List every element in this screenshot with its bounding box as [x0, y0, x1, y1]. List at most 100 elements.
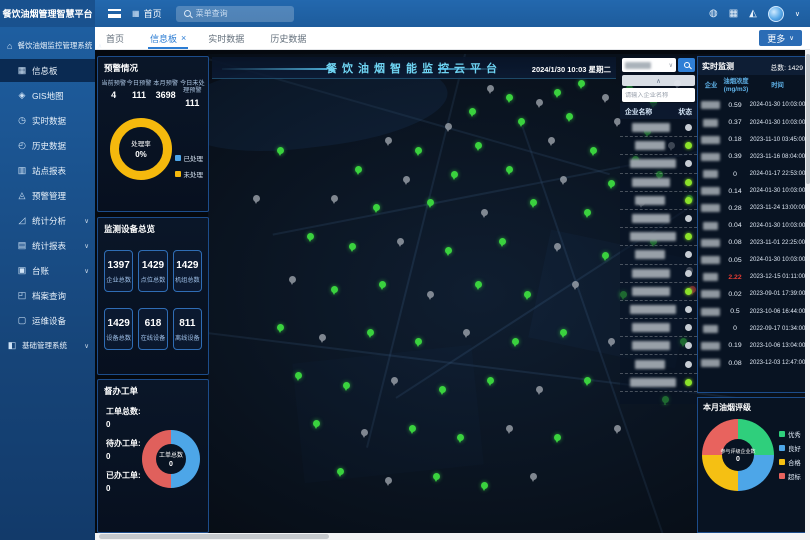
map-pin-icon[interactable] [445, 123, 452, 130]
horizontal-scrollbar[interactable] [95, 533, 810, 540]
map-pin-icon[interactable] [469, 108, 476, 115]
enterprise-row[interactable] [620, 301, 697, 319]
enterprise-row[interactable] [620, 174, 697, 192]
enterprise-row[interactable] [620, 192, 697, 210]
map-pin-icon[interactable] [313, 420, 320, 427]
map-pin-icon[interactable] [608, 338, 615, 345]
enterprise-row[interactable] [620, 228, 697, 246]
map-pin-icon[interactable] [439, 386, 446, 393]
realtime-row[interactable]: 0.05 2024-01-30 10:03:00 [698, 251, 807, 268]
realtime-row[interactable]: 0.18 2023-11-10 03:45:00 [698, 131, 807, 148]
tab[interactable]: 历史数据 [259, 27, 321, 49]
map-pin-icon[interactable] [614, 425, 621, 432]
sidebar-item[interactable]: ◿ 统计分析 ∨ [0, 209, 95, 232]
map-pin-icon[interactable] [373, 204, 380, 211]
tab-close-icon[interactable]: × [181, 34, 186, 43]
map-pin-icon[interactable] [487, 85, 494, 92]
realtime-row[interactable]: 0.04 2024-01-30 10:03:00 [698, 217, 807, 234]
map-pin-icon[interactable] [331, 195, 338, 202]
sidebar-item[interactable]: ◈ GIS地图 [0, 84, 95, 107]
enterprise-name-input[interactable] [625, 92, 692, 99]
map-pin-icon[interactable] [433, 473, 440, 480]
realtime-row[interactable]: 0.28 2023-11-24 13:00:00 [698, 200, 807, 217]
realtime-row[interactable]: 0.39 2023-11-16 08:04:00 [698, 148, 807, 165]
map-pin-icon[interactable] [337, 468, 344, 475]
flame-icon[interactable]: ◭ [749, 8, 757, 19]
enterprise-row[interactable] [620, 355, 697, 373]
map-pin-icon[interactable] [560, 176, 567, 183]
tab[interactable]: 信息板 × [139, 27, 197, 49]
more-button[interactable]: 更多 ∨ [759, 30, 802, 46]
realtime-row[interactable]: 2.22 2023-12-15 01:11:00 [698, 269, 807, 286]
hamburger-menu-icon[interactable] [108, 9, 121, 18]
collapse-button[interactable]: ∧ [622, 75, 695, 86]
enterprise-row[interactable] [620, 137, 697, 155]
map-pin-icon[interactable] [512, 338, 519, 345]
map-pin-icon[interactable] [602, 252, 609, 259]
map-pin-icon[interactable] [415, 338, 422, 345]
region-select[interactable]: ∨ [622, 58, 676, 72]
realtime-row[interactable]: 0 2022-09-17 01:34:00 [698, 320, 807, 337]
enterprise-row[interactable] [620, 246, 697, 264]
map-pin-icon[interactable] [409, 425, 416, 432]
map-pin-icon[interactable] [457, 434, 464, 441]
sidebar-item[interactable]: ▤ 统计报表 ∨ [0, 234, 95, 257]
map-pin-icon[interactable] [578, 80, 585, 87]
map-pin-icon[interactable] [584, 377, 591, 384]
map-pin-icon[interactable] [289, 276, 296, 283]
map-pin-icon[interactable] [385, 477, 392, 484]
map-pin-icon[interactable] [349, 243, 356, 250]
device-stat-card[interactable]: 811 离线设备 [173, 308, 202, 350]
device-stat-card[interactable]: 1397 企业总数 [104, 250, 133, 292]
map-pin-icon[interactable] [319, 334, 326, 341]
map-pin-icon[interactable] [506, 166, 513, 173]
map-pin-icon[interactable] [560, 329, 567, 336]
realtime-row[interactable]: 0.08 2023-11-01 22:25:00 [698, 234, 807, 251]
realtime-row[interactable]: 0.14 2024-01-30 10:03:00 [698, 183, 807, 200]
map-pin-icon[interactable] [530, 473, 537, 480]
user-menu-chevron-icon[interactable]: ∨ [795, 10, 800, 18]
map-pin-icon[interactable] [427, 291, 434, 298]
menu-search-input[interactable] [196, 9, 276, 18]
map-pin-icon[interactable] [307, 233, 314, 240]
map-pin-icon[interactable] [391, 377, 398, 384]
map-pin-icon[interactable] [481, 209, 488, 216]
map-pin-icon[interactable] [295, 372, 302, 379]
device-stat-card[interactable]: 1429 设备总数 [104, 308, 133, 350]
map-pin-icon[interactable] [397, 238, 404, 245]
map-pin-icon[interactable] [530, 199, 537, 206]
map-pin-icon[interactable] [518, 118, 525, 125]
map-pin-icon[interactable] [451, 171, 458, 178]
map-pin-icon[interactable] [277, 147, 284, 154]
device-stat-card[interactable]: 618 在线设备 [138, 308, 167, 350]
map-pin-icon[interactable] [253, 195, 260, 202]
map-pin-icon[interactable] [343, 382, 350, 389]
theme-icon[interactable]: ◍ [709, 8, 718, 19]
enterprise-row[interactable] [620, 319, 697, 337]
realtime-row[interactable]: 0.37 2024-01-30 10:03:00 [698, 114, 807, 131]
sidebar-item[interactable]: ▥ 站点报表 [0, 159, 95, 182]
sidebar-item[interactable]: ◷ 实时数据 [0, 109, 95, 132]
map-pin-icon[interactable] [548, 137, 555, 144]
map-pin-icon[interactable] [385, 137, 392, 144]
map-pin-icon[interactable] [415, 147, 422, 154]
map-pin-icon[interactable] [536, 99, 543, 106]
sidebar-item[interactable]: ▢ 运维设备 [0, 309, 95, 332]
vertical-scrollbar[interactable] [805, 50, 810, 533]
map-pin-icon[interactable] [427, 199, 434, 206]
sidebar-item[interactable]: ▦ 信息板 [0, 59, 95, 82]
map-pin-icon[interactable] [566, 113, 573, 120]
enterprise-row[interactable] [620, 210, 697, 228]
sidebar-item[interactable]: ◰ 档案查询 [0, 284, 95, 307]
enterprise-row[interactable] [620, 374, 697, 392]
enterprise-row[interactable] [620, 119, 697, 137]
device-stat-card[interactable]: 1429 机组总数 [173, 250, 202, 292]
realtime-row[interactable]: 0 2024-01-17 22:53:00 [698, 165, 807, 182]
map-pin-icon[interactable] [445, 247, 452, 254]
map-pin-icon[interactable] [481, 482, 488, 489]
device-stat-card[interactable]: 1429 点位总数 [138, 250, 167, 292]
map-pin-icon[interactable] [463, 329, 470, 336]
map-pin-icon[interactable] [524, 291, 531, 298]
map-pin-icon[interactable] [475, 281, 482, 288]
menu-search-box[interactable] [176, 6, 294, 22]
